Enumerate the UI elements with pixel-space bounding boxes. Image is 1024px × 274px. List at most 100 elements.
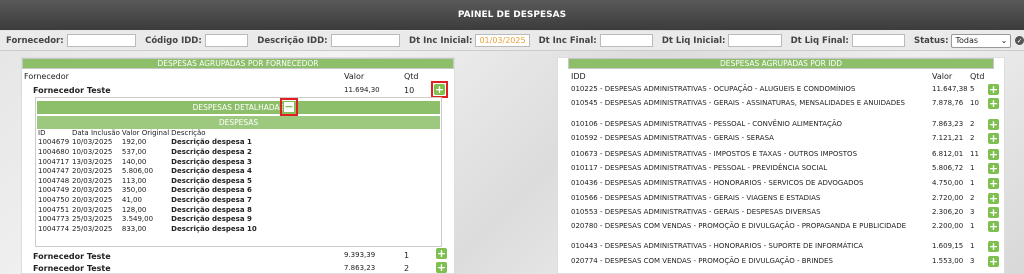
fornecedor-input[interactable] [66,34,137,47]
idd-row-expand[interactable]: + [988,149,999,160]
chevron-down-icon: ⌄ [1000,36,1008,45]
idd-row-valor: 11.647,38 [932,85,968,93]
idd-row-expand[interactable]: + [988,178,999,189]
table-row: 1004747 20/03/2025 5.806,00 Descrição despe… [37,166,258,176]
idd-row-expand[interactable]: + [988,241,999,252]
table-row: 1004679 10/03/2025 192,00 Descrição despesa… [37,138,258,148]
plus-icon: + [988,97,999,110]
idd-panel-header: DESPESAS AGRUPADAS POR IDD [568,58,994,69]
plus-icon: + [988,240,999,253]
idd-row-valor: 2.306,20 [932,208,964,216]
idd-row-valor: 5.806,72 [932,164,964,172]
detail-id: 1004748 [38,176,70,185]
plus-icon: + [988,132,999,145]
supplier-row-1-expand[interactable]: + [431,81,448,98]
idd-row-valor: 2.720,00 [932,194,964,202]
dt-inc-final-input[interactable] [599,34,653,47]
supplier-row-1-name: Fornecedor Teste [33,86,111,95]
idd-row-expand[interactable]: + [988,84,999,95]
idd-row-expand[interactable]: + [988,119,999,130]
detail-valor: 41,00 [121,195,142,204]
detail-id: 1004750 [38,195,70,204]
detail-id: 1004747 [38,167,70,176]
detail-valor: 113,00 [121,176,147,185]
detail-table: ID Data Inclusão Valor Original Descriçã… [37,128,258,234]
detail-data: 20/03/2025 [72,195,113,204]
supplier-row-3-name: Fornecedor Teste [33,264,111,273]
supplier-row-2-expand[interactable]: + [436,248,447,259]
idd-row-qtd: 11 [970,150,979,158]
idd-row-expand[interactable]: + [988,207,999,218]
col-idd-header: IDD [571,72,586,81]
idd-row-qtd: 10 [970,99,979,107]
dt-liq-final-label: Dt Liq Final: [790,35,849,46]
supplier-row-3-expand[interactable]: + [436,262,447,273]
supplier-panel-header: DESPESAS AGRUPADAS POR FORNECEDOR [22,58,454,69]
detail-descricao: Descrição despesa 10 [171,224,257,233]
col-idd-valor-header: Valor [932,72,953,81]
detail-valor: 140,00 [121,157,147,166]
plus-icon: + [988,148,999,161]
detail-id: 1004773 [38,215,70,224]
detail-data: 20/03/2025 [72,186,113,195]
codigo-idd-input[interactable] [204,34,249,47]
idd-row-label: 010443 - DESPESAS ADMINISTRATIVAS - HONO… [571,242,864,250]
idd-row-expand[interactable]: + [988,163,999,174]
table-row: 1004717 13/03/2025 140,00 Descrição despesa… [37,157,258,167]
idd-row-qtd: 2 [970,134,975,142]
supplier-panel-title: DESPESAS AGRUPADAS POR FORNECEDOR [157,59,319,68]
detail-id: 1004679 [38,138,70,147]
idd-row-label: 010566 - DESPESAS ADMINISTRATIVAS - GERA… [571,194,821,202]
status-label: Status: [913,35,949,46]
col-data-header: Data Inclusão [72,128,120,137]
idd-row-valor: 4.750,00 [932,179,964,187]
table-row: 1004680 10/03/2025 537,00 Descrição despesa… [37,147,258,157]
dt-inc-inicial-label: Dt Inc Inicial: [409,35,473,46]
detail-id: 1004774 [38,224,70,233]
plus-icon: + [436,261,447,274]
idd-row-label: 020780 - DESPESAS COM VENDAS - PROMOÇÃO … [571,222,907,230]
status-select[interactable]: Todas ⌄ [951,33,1012,48]
fornecedor-label: Fornecedor: [6,35,64,46]
table-row: 1004749 20/03/2025 350,00 Descrição despesa… [37,186,258,196]
supplier-row-2-qtd: 1 [404,251,410,260]
detail-data: 20/03/2025 [72,167,113,176]
table-row: 1004748 20/03/2025 113,00 Descrição despesa… [37,176,258,186]
idd-row-expand[interactable]: + [988,256,999,267]
idd-row-qtd: 1 [970,222,975,230]
detail-descricao: Descrição despesa 4 [171,167,252,176]
idd-row-expand[interactable]: + [988,133,999,144]
col-valor-header: Valor [344,72,365,81]
idd-row-qtd: 1 [970,242,975,250]
detail-data: 20/03/2025 [72,176,113,185]
descricao-idd-input[interactable] [330,34,401,47]
idd-row-label: 020774 - DESPESAS COM VENDAS - PROMOÇÃO … [571,257,833,265]
idd-row-valor: 7.863,23 [932,120,964,128]
idd-row-qtd: 2 [970,120,975,128]
dt-liq-inicial-input[interactable] [728,34,782,47]
idd-row-label: 010553 - DESPESAS ADMINISTRATIVAS - GERA… [571,208,821,216]
confirm-icon[interactable]: ✓ [1015,36,1024,45]
detail-panel-header: DESPESAS DETALHADAS [37,101,440,114]
detail-subheader-title: DESPESAS [218,118,259,127]
idd-row-expand[interactable]: + [988,221,999,232]
detail-data: 20/03/2025 [72,205,113,214]
dt-liq-final-input[interactable] [851,34,905,47]
filter-bar: Fornecedor: Código IDD: Descrição IDD: D… [0,31,1024,51]
idd-row-label: 010545 - DESPESAS ADMINISTRATIVAS - GERA… [571,99,905,107]
detail-data: 10/03/2025 [72,147,113,156]
plus-icon: + [988,220,999,233]
dt-inc-final-label: Dt Inc Final: [538,35,597,46]
col-fornecedor-header: Fornecedor [24,72,69,81]
idd-row-expand[interactable]: + [988,193,999,204]
detail-descricao: Descrição despesa 2 [171,147,252,156]
idd-row-expand[interactable]: + [988,98,999,109]
detail-collapse-button[interactable]: − [280,98,298,116]
dt-inc-inicial-input[interactable]: 01/03/2025 [475,34,530,47]
detail-descricao: Descrição despesa 3 [171,157,252,166]
detail-panel-title: DESPESAS DETALHADAS [192,103,285,112]
codigo-idd-label: Código IDD: [145,35,202,46]
idd-row-valor: 1.553,00 [932,257,964,265]
idd-row-qtd: 2 [970,194,975,202]
idd-row-qtd: 3 [970,257,975,265]
